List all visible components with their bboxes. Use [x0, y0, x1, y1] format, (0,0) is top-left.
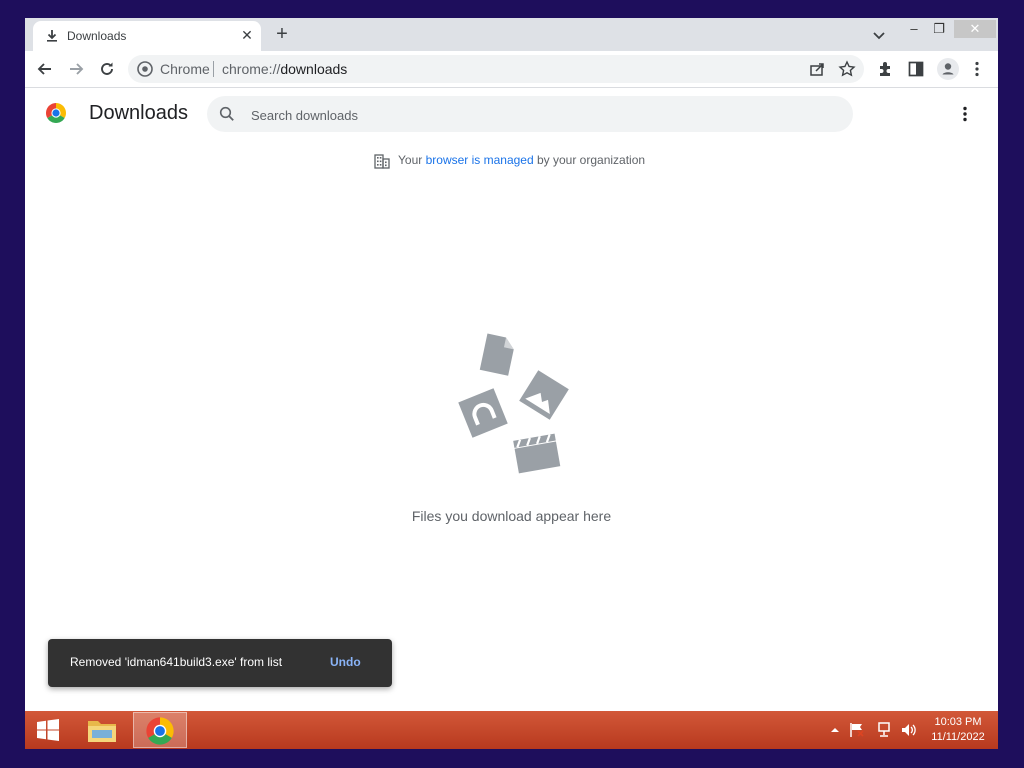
video-clapper-icon	[513, 433, 561, 474]
removed-toast: Removed 'idman641build3.exe' from list U…	[48, 639, 392, 687]
toolbar: Chrome chrome://downloads	[25, 51, 998, 88]
browser-window: Downloads ✕ + – ❐ ✕ Chrome chrome://down…	[25, 18, 998, 711]
forward-arrow-icon[interactable]	[66, 59, 86, 79]
address-bar[interactable]: Chrome chrome://downloads	[128, 55, 864, 83]
maximize-button[interactable]: ❐	[930, 20, 948, 38]
share-icon[interactable]	[808, 60, 826, 78]
minimize-button[interactable]: –	[905, 20, 923, 38]
omnibox-divider	[213, 61, 214, 77]
profile-avatar-icon[interactable]	[936, 57, 960, 81]
chrome-site-icon	[137, 61, 153, 77]
taskbar: 10:03 PM 11/11/2022	[25, 711, 998, 749]
site-chip: Chrome	[160, 61, 210, 77]
side-panel-icon[interactable]	[906, 59, 926, 79]
document-icon	[479, 333, 514, 376]
image-icon	[519, 370, 569, 420]
action-center-flag-icon[interactable]	[848, 721, 866, 739]
tab-downloads[interactable]: Downloads ✕	[33, 21, 261, 51]
bookmark-star-icon[interactable]	[838, 60, 856, 78]
new-tab-button[interactable]: +	[272, 24, 292, 44]
system-clock[interactable]: 10:03 PM 11/11/2022	[925, 715, 991, 745]
search-icon	[219, 106, 234, 121]
chrome-icon	[146, 717, 174, 745]
clock-date: 11/11/2022	[931, 731, 985, 743]
file-explorer-icon[interactable]	[85, 714, 119, 746]
empty-state-message: Files you download appear here	[411, 508, 612, 524]
page-title: Downloads	[89, 102, 188, 124]
chevron-down-icon[interactable]	[870, 26, 888, 44]
tab-strip: Downloads ✕ + – ❐ ✕	[25, 18, 998, 51]
building-icon	[374, 154, 390, 169]
tab-close-icon[interactable]: ✕	[238, 26, 256, 44]
search-downloads-box[interactable]	[207, 96, 853, 132]
close-window-button[interactable]: ✕	[954, 20, 996, 38]
managed-link[interactable]: browser is managed	[426, 153, 534, 167]
chrome-logo	[46, 103, 66, 123]
extensions-puzzle-icon[interactable]	[876, 59, 896, 79]
download-icon	[47, 30, 57, 42]
managed-prefix: Your	[398, 153, 423, 167]
reload-icon[interactable]	[97, 59, 117, 79]
browser-menu-kebab-icon[interactable]	[967, 59, 987, 79]
audio-icon	[458, 388, 508, 438]
network-icon[interactable]	[876, 721, 894, 739]
toast-message: Removed 'idman641build3.exe' from list	[70, 655, 283, 669]
undo-button[interactable]: Undo	[330, 655, 361, 669]
page-menu-kebab-icon[interactable]	[955, 104, 975, 124]
taskbar-chrome-button[interactable]	[133, 712, 187, 748]
empty-downloads-illustration	[458, 333, 569, 474]
clock-time: 10:03 PM	[934, 716, 982, 728]
search-input[interactable]	[249, 102, 833, 128]
back-arrow-icon[interactable]	[35, 59, 55, 79]
url-text[interactable]: chrome://downloads	[222, 61, 347, 77]
tab-title: Downloads	[67, 29, 127, 43]
tray-expand-icon[interactable]	[826, 721, 844, 739]
volume-icon[interactable]	[900, 721, 918, 739]
windows-start-icon[interactable]	[35, 717, 61, 743]
downloads-page: Downloads Search downloads Your browser …	[25, 88, 998, 711]
managed-suffix: by your organization	[537, 153, 646, 167]
